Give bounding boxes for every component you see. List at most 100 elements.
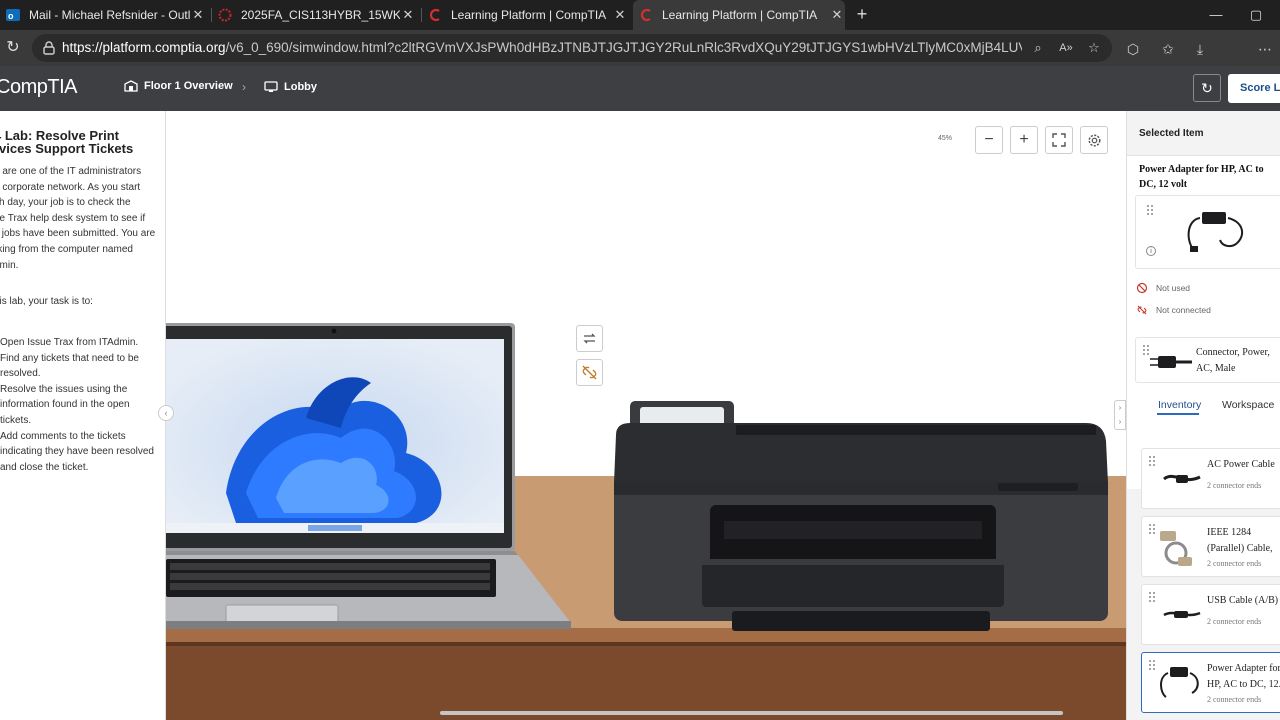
- comptia-logo: CompTIA: [0, 76, 77, 98]
- intro-line: u are one of the IT administrators: [0, 166, 142, 177]
- task-item: Add comments to the tickets indicating t…: [0, 429, 160, 476]
- item-panel: Selected Item Power Adapter for HP, AC t…: [1126, 111, 1280, 720]
- task-item: Open Issue Trax from ITAdmin.: [0, 335, 160, 351]
- task-line: Add comments to the tickets: [0, 430, 126, 442]
- connector-card[interactable]: Connector, Power, AC, Male: [1135, 337, 1280, 383]
- close-icon[interactable]: ✕: [829, 7, 845, 23]
- gear-red-icon: [218, 8, 232, 22]
- broken-link-icon: [582, 365, 597, 380]
- read-aloud-icon[interactable]: A»: [1056, 38, 1076, 58]
- inventory-item-ends: 2 connector ends: [1207, 481, 1262, 490]
- printer[interactable]: [606, 395, 1116, 637]
- collapse-instructions-button[interactable]: ‹: [158, 405, 174, 421]
- breadcrumb-separator: ›: [242, 80, 246, 94]
- tab-learning-platform[interactable]: Learning Platform | CompTIA ✕: [428, 0, 628, 30]
- task-line: indicating they have been resolved: [0, 446, 154, 458]
- intro-line: dmin.: [0, 259, 19, 271]
- collapse-panel-button[interactable]: › ›: [1114, 400, 1126, 430]
- drag-handle-icon[interactable]: [1148, 591, 1156, 603]
- breadcrumb-floor-label: Floor 1 Overview: [144, 80, 233, 92]
- inventory-item-name: IEEE 1284 (Parallel) Cable, DB-...: [1207, 527, 1273, 554]
- task-line: Resolve the issues using the: [0, 383, 128, 395]
- settings-button[interactable]: [1080, 126, 1108, 154]
- new-tab-button[interactable]: +: [852, 4, 872, 24]
- url-bar[interactable]: https://platform.comptia.org/v6_0_690/si…: [32, 34, 1112, 62]
- reload-icon[interactable]: ↻: [3, 38, 23, 58]
- tab-divider: [421, 8, 422, 22]
- ac-plug-icon: [1150, 356, 1192, 368]
- info-icon[interactable]: i: [1146, 246, 1156, 256]
- url-host: https://platform.comptia.org: [62, 40, 226, 55]
- score-lab-button[interactable]: Score Lab: [1228, 74, 1280, 103]
- zoom-in-button[interactable]: +: [1010, 126, 1038, 154]
- lab-intro: u are one of the IT administrators a cor…: [0, 164, 160, 273]
- intro-line: ch day, your job is to check the: [0, 197, 131, 209]
- tab-inventory[interactable]: Inventory: [1158, 399, 1201, 411]
- breadcrumb-lobby[interactable]: Lobby: [264, 81, 317, 93]
- svg-text:o: o: [8, 11, 14, 21]
- disconnect-button[interactable]: [576, 359, 603, 386]
- broken-link-icon: [1137, 305, 1147, 315]
- task-item: Resolve the issues using the information…: [0, 382, 160, 429]
- selected-item-image[interactable]: i: [1135, 195, 1280, 269]
- inventory-item-selected[interactable]: Power Adapter for HP, AC to DC, 12... 2 …: [1141, 652, 1280, 713]
- tab-learning-platform-active[interactable]: Learning Platform | CompTIA ✕: [633, 0, 845, 30]
- laptop[interactable]: [166, 323, 576, 638]
- usb-cable-image: [1163, 611, 1201, 618]
- drag-handle-icon[interactable]: [1148, 455, 1156, 467]
- inventory-item[interactable]: AC Power Cable 2 connector ends: [1141, 448, 1280, 509]
- lab-workspace: 45% − + › ›: [166, 111, 1126, 720]
- drag-handle-icon[interactable]: [1146, 204, 1154, 216]
- task-list: Open Issue Trax from ITAdmin. Find any t…: [0, 335, 160, 475]
- ac-power-cable-image: [1163, 474, 1201, 483]
- tab-workspace[interactable]: Workspace: [1222, 399, 1274, 411]
- close-icon[interactable]: ✕: [190, 7, 206, 23]
- task-line: Open Issue Trax from ITAdmin.: [0, 337, 139, 348]
- gear-icon: [1088, 134, 1100, 147]
- url-text[interactable]: https://platform.comptia.org/v6_0_690/si…: [62, 34, 1022, 62]
- more-options-icon[interactable]: ⋯: [1254, 38, 1276, 60]
- intro-line: rking from the computer named: [0, 243, 133, 255]
- tab-title: Mail - Michael Refsnider - Outlook: [29, 8, 190, 22]
- zoom-out-button[interactable]: −: [975, 126, 1003, 154]
- favorites-icon[interactable]: ✩: [1157, 38, 1179, 60]
- close-icon[interactable]: ✕: [400, 7, 416, 23]
- favorite-star-icon[interactable]: ☆: [1084, 38, 1104, 58]
- minimize-button[interactable]: —: [1204, 4, 1228, 26]
- tab-divider: [211, 8, 212, 22]
- address-bar: ↻ https://platform.comptia.org/v6_0_690/…: [0, 30, 1280, 88]
- monitor-icon: [264, 81, 278, 92]
- tab-title: Learning Platform | CompTIA: [451, 8, 607, 22]
- intro-line: y jobs have been submitted. You are: [0, 228, 156, 240]
- tab-outlook[interactable]: o Mail - Michael Refsnider - Outlook ✕: [6, 0, 206, 30]
- lock-icon[interactable]: [41, 40, 57, 56]
- prohibited-icon: [1136, 282, 1148, 294]
- drag-handle-icon[interactable]: [1148, 659, 1156, 671]
- tab-course[interactable]: 2025FA_CIS113HYBR_15WK IT Ha ✕: [218, 0, 416, 30]
- fit-screen-button[interactable]: [1045, 126, 1073, 154]
- rotate-view-button[interactable]: [576, 325, 603, 352]
- zoom-icon[interactable]: ⌕: [1028, 38, 1048, 58]
- extensions-icon[interactable]: ⬡: [1122, 38, 1144, 60]
- intro-line: a corporate network. As you start: [0, 181, 141, 193]
- close-icon[interactable]: ✕: [612, 7, 628, 23]
- task-line: resolved.: [0, 368, 41, 380]
- task-line: tickets.: [0, 414, 32, 426]
- breadcrumb-floor[interactable]: Floor 1 Overview: [124, 80, 233, 92]
- comptia-icon: [639, 8, 653, 22]
- breadcrumb-lobby-label: Lobby: [284, 81, 317, 93]
- horizontal-scrollbar[interactable]: [440, 711, 1063, 715]
- refresh-button[interactable]: ↻: [1193, 74, 1221, 102]
- status-not-connected-label: Not connected: [1156, 305, 1211, 315]
- task-line: information found in the open: [0, 399, 130, 411]
- outlook-icon: o: [6, 8, 20, 22]
- inventory-item[interactable]: USB Cable (A/B) 2 connector ends: [1141, 584, 1280, 645]
- app-header: CompTIA Floor 1 Overview › Lobby: [0, 66, 1280, 111]
- status-not-used-label: Not used: [1156, 283, 1191, 293]
- inventory-item[interactable]: IEEE 1284 (Parallel) Cable, DB-... 2 con…: [1141, 516, 1280, 577]
- task-lead: his lab, your task is to:: [0, 296, 93, 307]
- maximize-button[interactable]: ▢: [1244, 4, 1268, 26]
- browser-tab-bar: o Mail - Michael Refsnider - Outlook ✕ 2…: [0, 0, 1280, 30]
- download-icon[interactable]: ⤓: [1189, 38, 1211, 60]
- url-path: /v6_0_690/simwindow.html?c2ltRGVmVXJsPWh…: [225, 40, 1022, 55]
